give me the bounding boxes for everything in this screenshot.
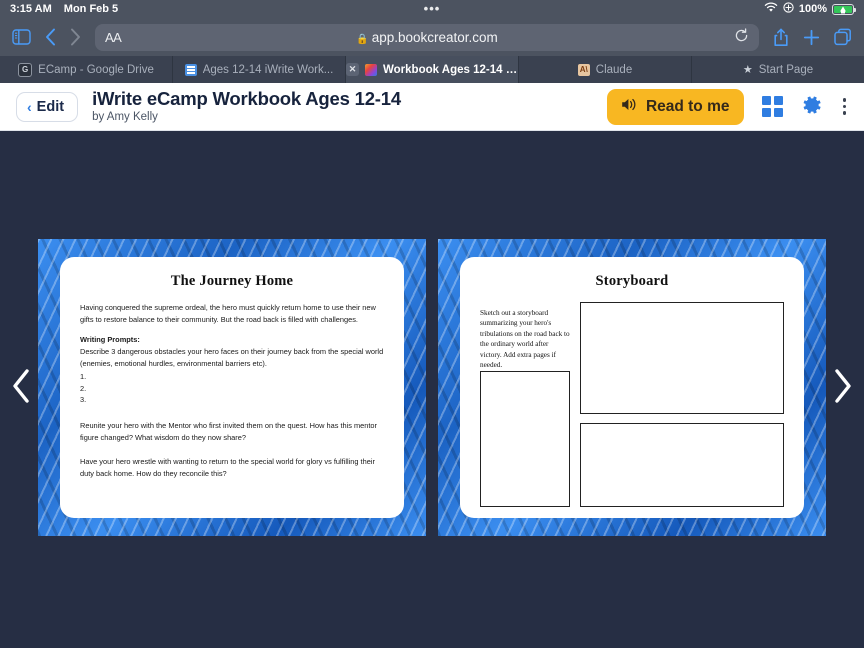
storyboard-instructions: Sketch out a storyboard summarizing your… (480, 309, 570, 370)
bookcreator-icon (365, 63, 377, 76)
next-page-button[interactable] (832, 368, 854, 410)
gear-icon[interactable] (801, 94, 823, 120)
tab-ages-12-14-iwrite[interactable]: Ages 12-14 iWrite Work... (173, 56, 346, 83)
right-page-title: Storyboard (595, 273, 669, 289)
edit-button[interactable]: ‹ Edit (16, 91, 79, 122)
storyboard-box-1[interactable] (480, 370, 570, 507)
page-title: iWrite eCamp Workbook Ages 12-14 (92, 87, 401, 109)
tab-label: Start Page (758, 63, 814, 76)
kebab-menu-icon[interactable] (841, 96, 849, 117)
star-icon: ★ (742, 64, 753, 76)
tab-label: Workbook Ages 12-14 b... (383, 63, 518, 76)
storyboard-layout: Sketch out a storyboard summarizing your… (480, 302, 784, 507)
tab-label: Ages 12-14 iWrite Work... (202, 63, 334, 76)
tab-ecamp-google-drive[interactable]: G ECamp - Google Drive (0, 56, 173, 83)
battery-charging-icon (832, 3, 856, 15)
status-bar-right: 100% (764, 2, 856, 16)
book-creator-header: ‹ Edit iWrite eCamp Workbook Ages 12-14 … (0, 83, 864, 131)
speaker-icon (621, 97, 638, 117)
prompt-1: Describe 3 dangerous obstacles your hero… (80, 347, 384, 368)
book-page-left[interactable]: The Journey Home Having conquered the su… (38, 239, 426, 536)
book-title-block: iWrite eCamp Workbook Ages 12-14 by Amy … (92, 87, 401, 125)
tab-start-page[interactable]: ★ Start Page (692, 56, 864, 83)
list-item: 1. (80, 372, 87, 382)
header-actions: Read to me (606, 88, 849, 125)
left-page-body: Having conquered the supreme ordeal, the… (80, 302, 384, 480)
close-icon[interactable]: ✕ (346, 63, 359, 76)
tab-label: ECamp - Google Drive (38, 63, 154, 76)
left-page-content: The Journey Home Having conquered the su… (60, 257, 404, 518)
prompt-3: Have your hero wrestle with wanting to r… (80, 457, 375, 478)
url-display: 🔒 app.bookcreator.com (95, 30, 759, 45)
storyboard-box-3[interactable] (580, 423, 784, 507)
tab-label: Claude (595, 63, 633, 76)
location-icon (783, 2, 794, 16)
status-date: Mon Feb 5 (63, 3, 119, 15)
previous-page-button[interactable] (10, 368, 32, 410)
forward-button[interactable] (70, 28, 81, 46)
prompt-2: Reunite your hero with the Mentor who fi… (80, 420, 378, 442)
edit-button-label: Edit (36, 98, 65, 115)
numbered-answer-list: 1. 2. 3. (80, 371, 384, 405)
grid-view-icon[interactable] (761, 96, 783, 117)
url-text: app.bookcreator.com (371, 29, 498, 45)
reload-button[interactable] (734, 28, 749, 46)
book-author: by Amy Kelly (92, 111, 158, 124)
back-button[interactable] (45, 28, 56, 46)
claude-icon: A\ (577, 63, 590, 76)
google-drive-icon: G (18, 62, 33, 77)
status-dots: ••• (423, 1, 441, 16)
wifi-icon (764, 2, 778, 16)
tab-workbook-ages-12-14[interactable]: ✕ Workbook Ages 12-14 b... (346, 56, 519, 83)
status-bar-left: 3:15 AM Mon Feb 5 (10, 3, 118, 15)
book-spread: The Journey Home Having conquered the su… (38, 239, 826, 536)
battery-percent: 100% (798, 3, 827, 15)
list-item: 2. (80, 383, 87, 393)
list-item: 3. (80, 395, 87, 405)
chevron-left-icon: ‹ (27, 98, 32, 115)
writing-prompts-heading: Writing Prompts: (80, 335, 140, 345)
intro-paragraph: Having conquered the supreme ordeal, the… (80, 303, 376, 324)
tab-claude[interactable]: A\ Claude (519, 56, 692, 83)
tab-strip: G ECamp - Google Drive Ages 12-14 iWrite… (0, 56, 864, 83)
reader-stage: The Journey Home Having conquered the su… (0, 131, 864, 646)
status-time: 3:15 AM (10, 3, 52, 15)
left-page-title: The Journey Home (170, 273, 294, 289)
lock-icon: 🔒 (356, 33, 369, 45)
sidebar-icon[interactable] (12, 29, 31, 45)
text-size-button[interactable]: AA (105, 30, 122, 45)
book-page-right[interactable]: Storyboard Sketch out a storyboard summa… (438, 239, 826, 536)
ios-status-bar: 3:15 AM Mon Feb 5 ••• 100% (0, 0, 864, 18)
right-page-content: Storyboard Sketch out a storyboard summa… (460, 257, 804, 518)
url-bar[interactable]: AA 🔒 app.bookcreator.com (95, 23, 759, 51)
storyboard-box-2[interactable] (580, 302, 784, 414)
storyboard-right-column (580, 302, 784, 507)
google-docs-icon (184, 63, 197, 76)
storyboard-left-column: Sketch out a storyboard summarizing your… (480, 302, 570, 507)
tabs-overview-icon[interactable] (834, 28, 852, 46)
new-tab-icon[interactable] (803, 29, 820, 46)
read-to-me-label: Read to me (645, 97, 730, 115)
share-icon[interactable] (773, 28, 789, 47)
read-to-me-button[interactable]: Read to me (606, 88, 744, 125)
safari-toolbar: AA 🔒 app.bookcreator.com (0, 18, 864, 56)
